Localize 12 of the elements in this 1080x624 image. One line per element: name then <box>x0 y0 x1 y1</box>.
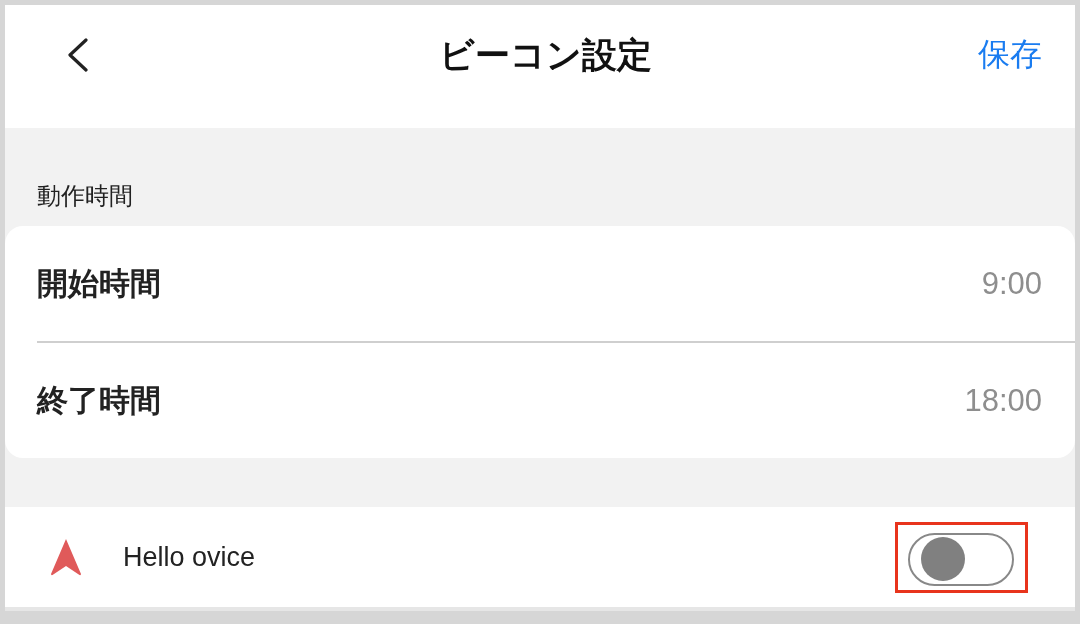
save-button[interactable]: 保存 <box>978 33 1042 77</box>
row-label: 開始時間 <box>37 264 161 303</box>
toggle-switch[interactable] <box>908 532 1014 586</box>
chevron-left-icon <box>67 38 89 72</box>
navigation-arrow-icon <box>50 538 82 576</box>
section-label: 動作時間 <box>37 181 133 210</box>
time-value[interactable]: 18:00 <box>964 382 1042 419</box>
screen-title: ビーコン設定 <box>439 33 652 76</box>
time-value[interactable]: 9:00 <box>981 265 1042 302</box>
beacon-name: Hello ovice <box>123 541 257 573</box>
back-button[interactable] <box>67 38 89 72</box>
row-label: 終了時間 <box>37 381 161 420</box>
